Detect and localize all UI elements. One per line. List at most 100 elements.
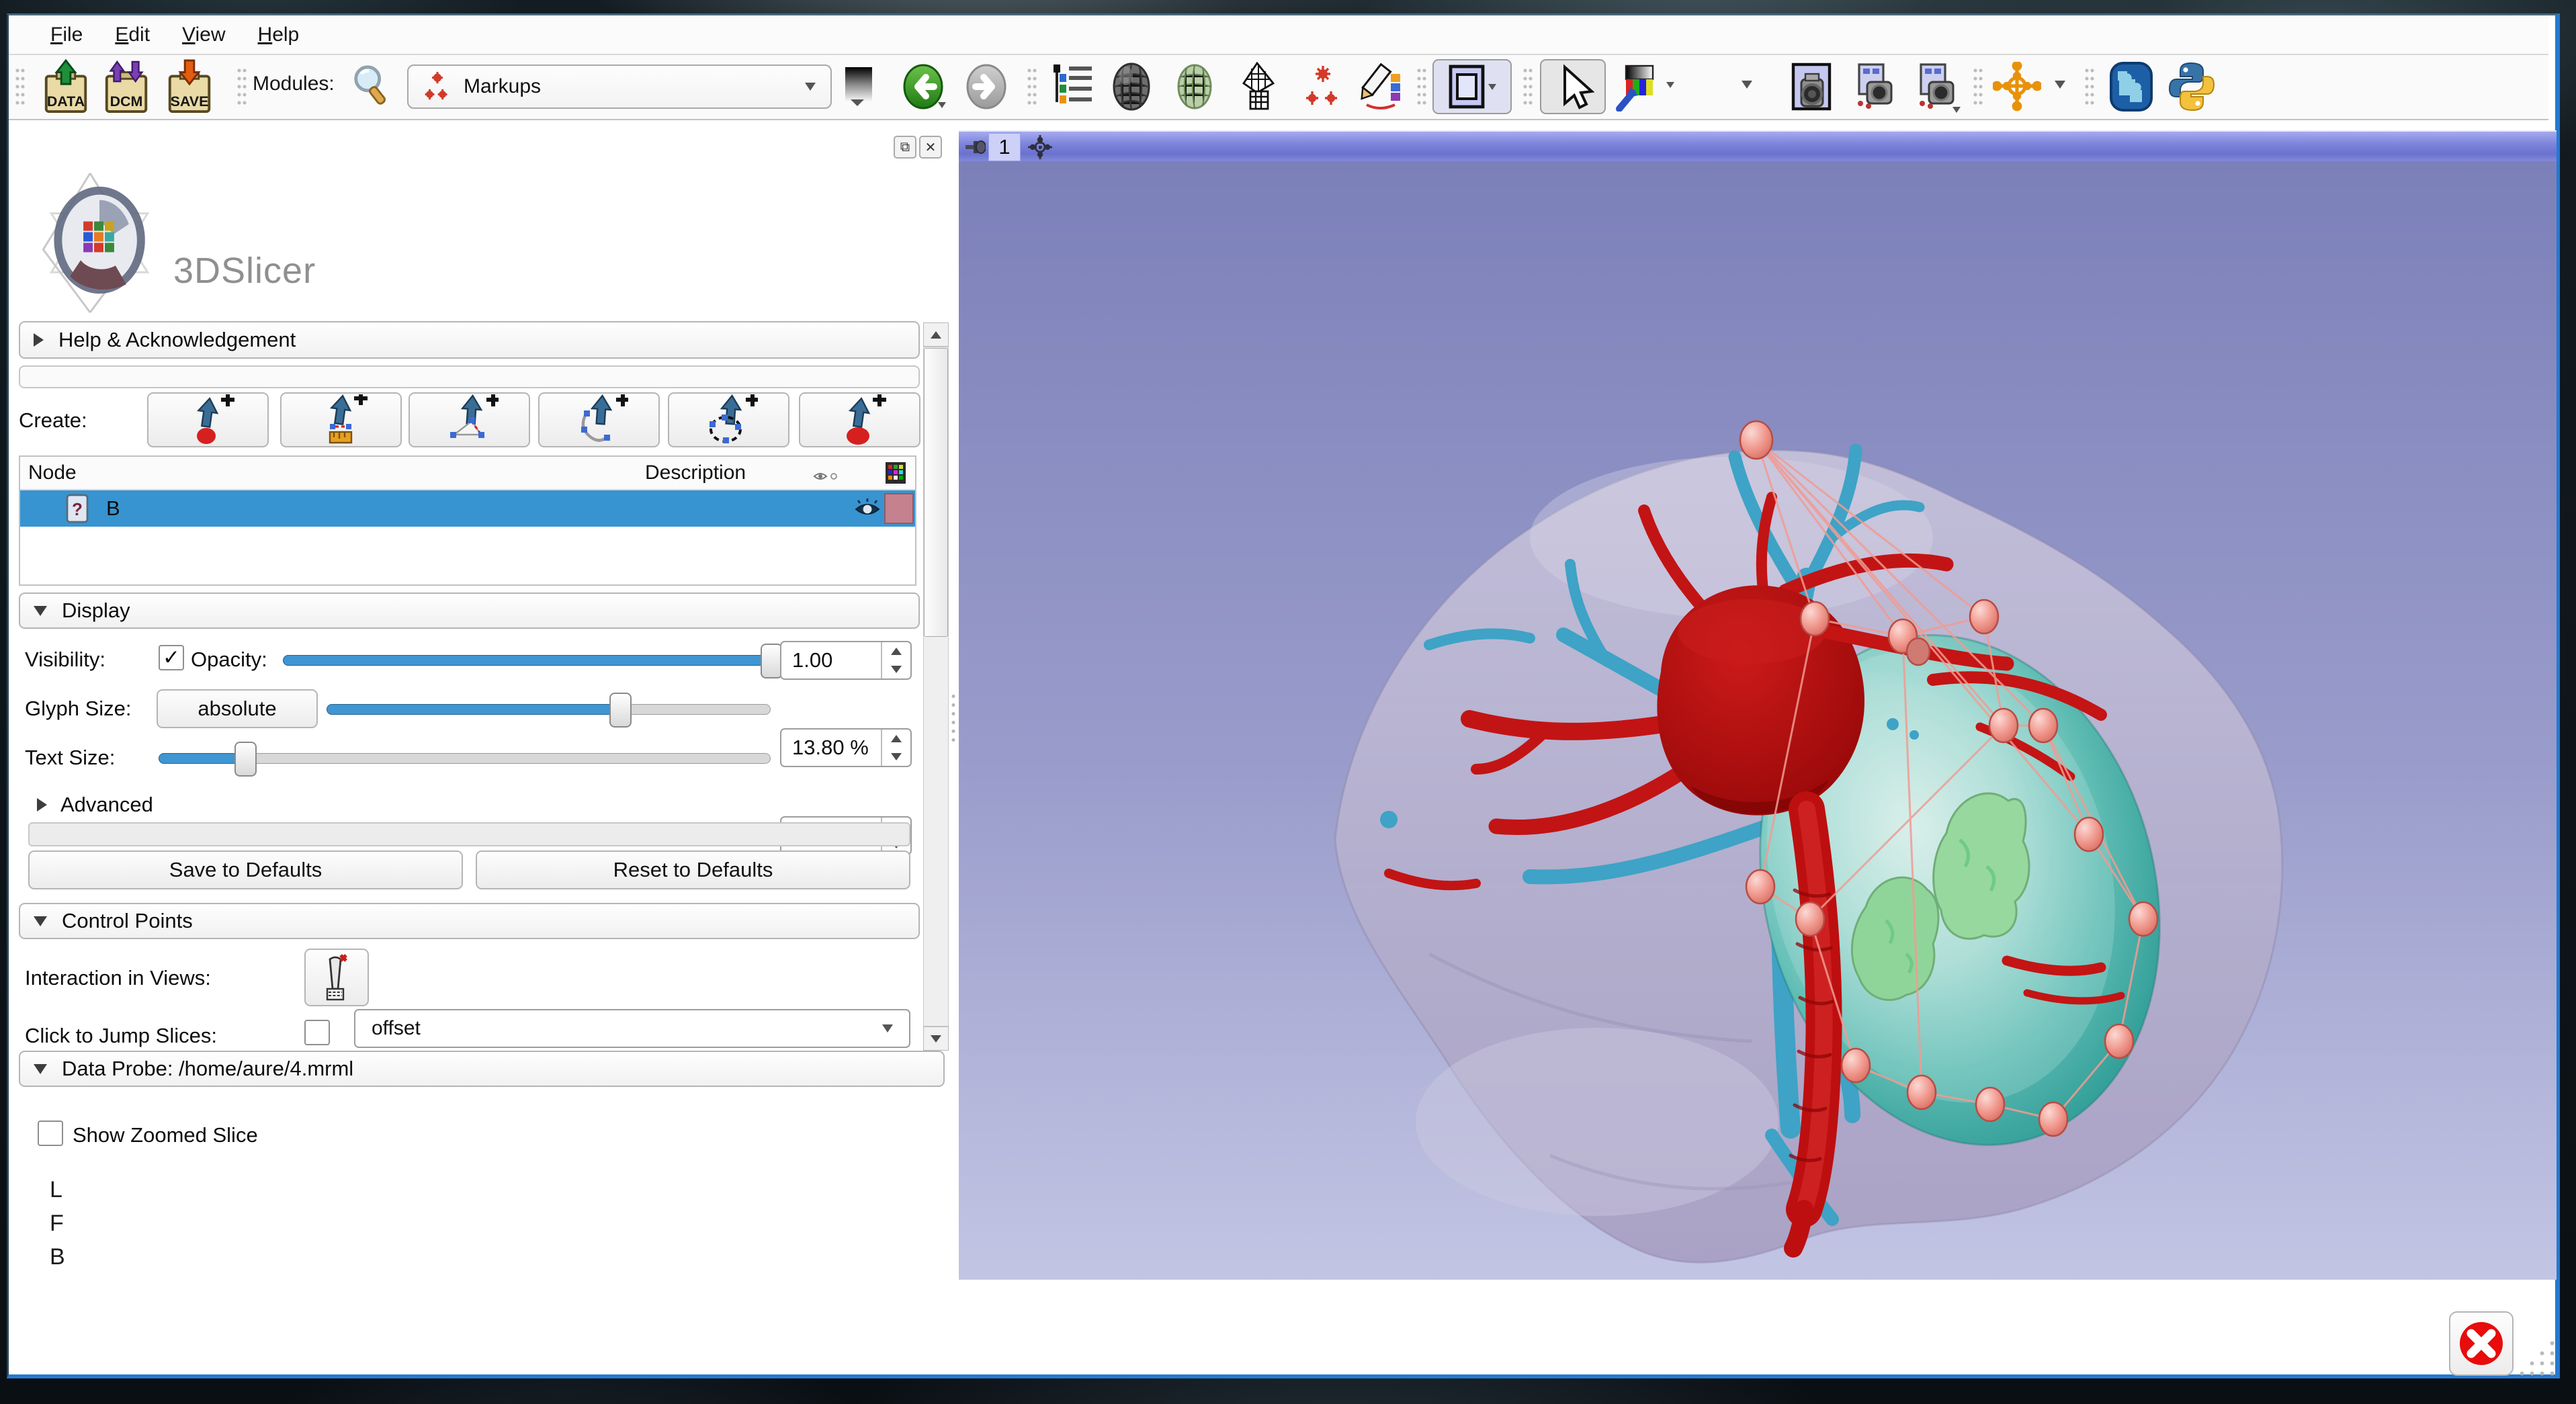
jump-mode-value: offset [372, 1017, 421, 1040]
toolbar-grip[interactable] [1973, 67, 1983, 108]
scene-view-capture-button[interactable] [1846, 59, 1900, 114]
toolbar-grip[interactable] [237, 67, 247, 108]
transforms-button[interactable] [1231, 59, 1285, 114]
node-row-B[interactable]: ? B [20, 490, 915, 527]
opacity-spinbox[interactable]: 1.00 [780, 641, 912, 680]
toolbar-grip[interactable] [2084, 67, 2094, 108]
toolbar-grip[interactable] [1416, 67, 1426, 108]
spin-buttons[interactable] [881, 730, 910, 766]
create-label: Create: [19, 408, 87, 433]
display-section-header[interactable]: Display [19, 593, 920, 629]
python-console-button[interactable] [2165, 59, 2219, 114]
toolbar-grip[interactable] [1027, 67, 1037, 108]
close-icon: ✕ [925, 139, 937, 156]
dicom-button[interactable]: DCM [99, 59, 153, 114]
chevron-down-icon[interactable] [1666, 82, 1674, 88]
create-plane-button[interactable] [799, 392, 920, 447]
view-controls-icon[interactable] [1027, 134, 1053, 163]
volume-rendering-button[interactable] [1105, 59, 1158, 114]
history-forward-button[interactable] [959, 59, 1013, 114]
jump-slices-checkbox[interactable] [304, 1020, 330, 1045]
menu-help[interactable]: Help [243, 24, 314, 46]
annotations-button[interactable] [1355, 59, 1408, 114]
adjust-window-level-button[interactable] [1611, 63, 1656, 115]
help-header-label: Help & Acknowledgement [58, 328, 296, 352]
create-line-button[interactable] [280, 392, 402, 447]
node-visibility-eye-icon[interactable] [853, 497, 882, 523]
panel-splitter[interactable] [950, 692, 957, 746]
create-point-list-button[interactable] [147, 392, 269, 447]
hierarchy-tree-icon [1050, 63, 1094, 110]
mesh-pin-icon [1236, 62, 1280, 112]
spin-buttons[interactable] [881, 642, 910, 678]
screenshot-button[interactable] [1785, 59, 1838, 114]
module-selector-combo[interactable]: Markups [407, 64, 832, 109]
text-size-slider[interactable] [159, 742, 771, 774]
interaction-in-views-button[interactable] [304, 949, 369, 1006]
collapsed-frame [19, 365, 920, 388]
scrollbar-up-button[interactable] [923, 322, 949, 347]
error-log-button[interactable] [2449, 1311, 2514, 1376]
extensions-manager-button[interactable] [2104, 59, 2158, 114]
show-zoomed-slice-checkbox[interactable] [38, 1121, 63, 1146]
toolbar-grip[interactable] [15, 67, 25, 108]
module-search-button[interactable] [349, 63, 394, 111]
scrollbar-down-button[interactable] [923, 1026, 949, 1051]
opacity-slider[interactable] [283, 644, 771, 676]
cursor-arrow-icon [1551, 63, 1594, 110]
glyph-size-slider[interactable] [327, 693, 771, 725]
window-level-button[interactable] [843, 66, 875, 111]
help-acknowledgement-header[interactable]: Help & Acknowledgement [19, 321, 920, 359]
menu-view[interactable]: View [167, 24, 240, 46]
create-closed-curve-button[interactable] [668, 392, 789, 447]
node-name: B [106, 496, 120, 521]
segmentation-button[interactable] [1168, 59, 1221, 114]
menu-bar: File Edit View Help [9, 16, 2548, 54]
save-to-defaults-button[interactable]: Save to Defaults [28, 850, 463, 889]
crosshair-chevron-icon[interactable] [2055, 81, 2065, 89]
view3d-name-tab: 1 [988, 133, 1021, 161]
data-probe-section-header[interactable]: Data Probe: /home/aure/4.mrml [19, 1051, 945, 1087]
load-data-button[interactable]: DATA [39, 59, 93, 114]
view3d-viewport[interactable] [959, 161, 2557, 1280]
menu-edit[interactable]: Edit [100, 24, 165, 46]
mouse-interaction-button[interactable] [1540, 59, 1606, 114]
control-points-section-header[interactable]: Control Points [19, 903, 920, 939]
panel-float-button[interactable]: ⧉ [894, 136, 916, 159]
scene-views-icon [1913, 62, 1957, 112]
glyph-size-spinbox[interactable]: 13.80 % [780, 728, 912, 767]
error-x-icon [2458, 1320, 2505, 1367]
create-open-curve-button[interactable] [538, 392, 660, 447]
reset-to-defaults-button[interactable]: Reset to Defaults [476, 850, 910, 889]
control-points-label: Control Points [62, 909, 193, 933]
description-column-header[interactable]: Description [645, 462, 746, 484]
toolbar-grip[interactable] [1522, 67, 1533, 108]
slider-handle[interactable] [234, 742, 257, 777]
color-column-icon[interactable] [884, 461, 907, 490]
glyph-size-mode-button[interactable]: absolute [157, 689, 318, 728]
subject-hierarchy-button[interactable] [1045, 59, 1099, 114]
visibility-checkbox[interactable]: ✓ [159, 645, 184, 670]
node-color-swatch[interactable] [884, 493, 914, 524]
scene-views-button[interactable] [1908, 59, 1962, 114]
menu-file[interactable]: File [36, 24, 97, 46]
slider-handle[interactable] [609, 693, 632, 728]
create-angle-button[interactable] [409, 392, 530, 447]
show-zoomed-slice-label: Show Zoomed Slice [73, 1123, 258, 1147]
mouse-mode-chevron-icon[interactable] [1742, 81, 1752, 89]
markups-toolbar-button[interactable] [1295, 59, 1349, 114]
crosshair-button[interactable] [1990, 59, 2044, 114]
jump-mode-combo[interactable]: offset [354, 1009, 910, 1048]
back-history-chevron-icon[interactable] [938, 102, 946, 108]
pin-icon[interactable] [965, 138, 986, 159]
slider-fill [283, 655, 772, 666]
layout-selector-button[interactable] [1432, 59, 1512, 114]
save-button[interactable]: SAVE [163, 59, 216, 114]
node-column-header[interactable]: Node [28, 462, 77, 484]
visibility-label: Visibility: [25, 648, 105, 672]
advanced-section-header[interactable]: Advanced [37, 793, 153, 817]
interaction-in-views-label: Interaction in Views: [25, 966, 211, 990]
scrollbar-thumb[interactable] [924, 348, 948, 637]
visibility-column-icon[interactable] [813, 466, 840, 489]
panel-close-button[interactable]: ✕ [919, 136, 942, 159]
